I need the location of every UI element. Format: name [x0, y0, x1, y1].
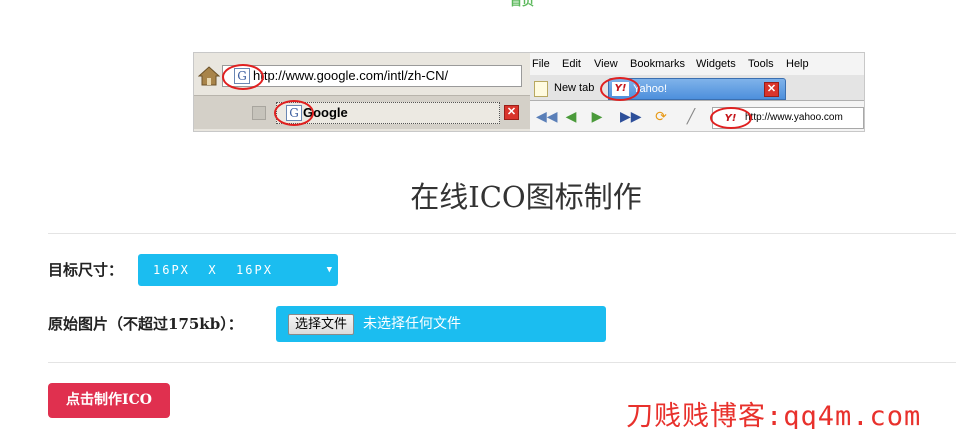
back-arrow-icon: ◀	[565, 109, 577, 125]
size-select-value: 16PX X 16PX	[153, 263, 273, 277]
choose-file-button[interactable]: 选择文件	[288, 314, 355, 335]
divider	[48, 233, 956, 234]
browser-demo-left: http://www.google.com/intl/zh-CN/ G Goog…	[194, 53, 530, 131]
page-title: 在线ICO图标制作	[410, 180, 642, 214]
reload-icon: ⟳	[655, 109, 667, 125]
highlight-ring	[600, 77, 640, 101]
divider	[48, 362, 956, 363]
tab-close-icon: ✕	[504, 105, 519, 120]
favicon-demo-banner: http://www.google.com/intl/zh-CN/ G Goog…	[193, 52, 865, 132]
address-text: http://www.google.com/intl/zh-CN/	[253, 68, 449, 83]
menu-file: File	[532, 58, 550, 70]
highlight-ring	[710, 107, 752, 129]
highlight-ring	[274, 100, 314, 126]
menu-edit: Edit	[562, 58, 581, 70]
home-icon	[198, 66, 220, 86]
page-icon	[534, 81, 548, 97]
menu-bar: File Edit View Bookmarks Widgets Tools H…	[530, 55, 864, 73]
inactive-close-icon	[252, 106, 266, 120]
nav-toolbar: ◀◀ ◀ ▶ ▶▶ ⟳ ╱ http://www.yahoo.com Y!	[530, 103, 864, 131]
make-ico-button[interactable]: 点击制作ICO	[48, 383, 170, 418]
chevron-down-icon: ▼	[326, 265, 332, 275]
yahoo-tab-close-icon: ✕	[764, 82, 779, 97]
highlight-ring	[222, 64, 264, 90]
file-upload-field: 选择文件 未选择任何文件	[276, 306, 606, 342]
tab-strip: Google G ✕	[194, 95, 530, 129]
rewind-icon: ◀◀	[536, 109, 558, 125]
forward-arrow-icon: ▶	[591, 109, 603, 125]
size-select[interactable]: 16PX X 16PX ▼	[138, 254, 338, 286]
menu-bookmarks: Bookmarks	[630, 58, 686, 70]
address-bar: http://www.google.com/intl/zh-CN/	[222, 65, 522, 87]
source-image-label: 原始图片（不超过175kb）：	[48, 315, 243, 333]
new-tab: New tab	[534, 79, 594, 97]
edit-pen-icon: ╱	[686, 109, 696, 125]
fast-forward-icon: ▶▶	[620, 109, 642, 125]
menu-widgets: Widgets	[696, 58, 736, 70]
nav-home-link[interactable]: 首页	[510, 0, 534, 9]
yahoo-address-text: http://www.yahoo.com	[745, 112, 843, 123]
watermark-text: 刀贱贱博客:qq4m.com	[626, 401, 922, 429]
browser-demo-right: File Edit View Bookmarks Widgets Tools H…	[530, 53, 864, 131]
file-status-text: 未选择任何文件	[363, 316, 461, 332]
menu-help: Help	[786, 58, 809, 70]
size-label: 目标尺寸：	[48, 261, 124, 279]
new-tab-label: New tab	[554, 82, 595, 94]
opera-tab-row: New tab Yahoo! Y! ✕	[530, 75, 864, 101]
menu-view: View	[594, 58, 618, 70]
menu-tools: Tools	[748, 58, 774, 70]
